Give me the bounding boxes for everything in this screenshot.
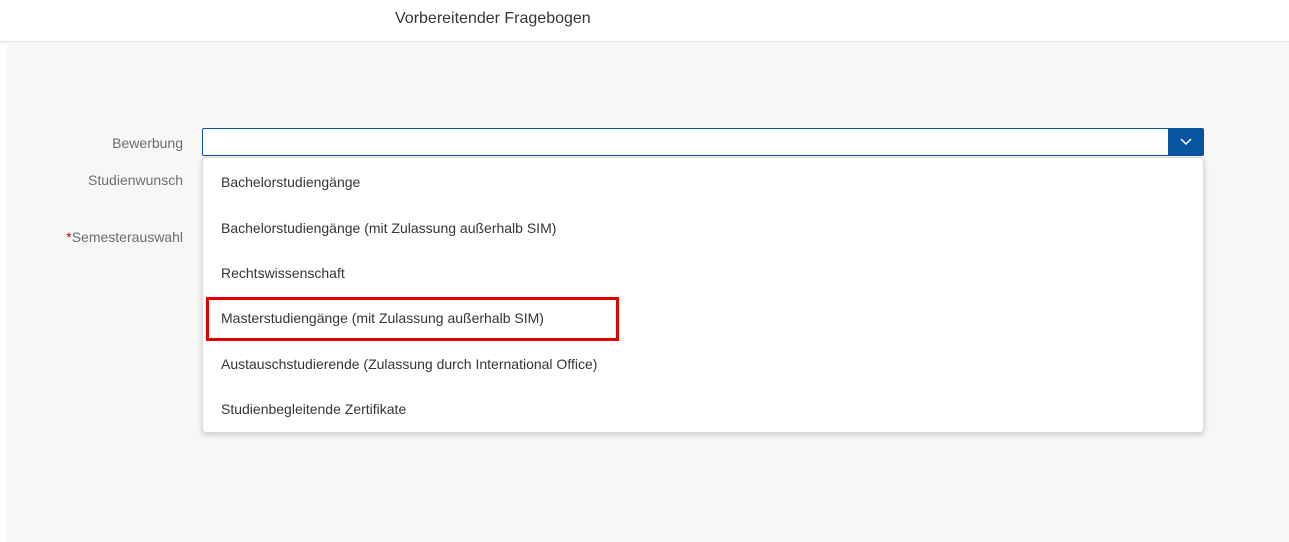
semesterauswahl-label-text: Semesterauswahl <box>71 229 183 245</box>
page-header: Vorbereitender Fragebogen <box>0 0 1289 42</box>
page-title: Vorbereitender Fragebogen <box>395 10 591 27</box>
chevron-down-icon[interactable] <box>1168 129 1203 155</box>
dropdown-option-austausch[interactable]: Austauschstudierende (Zulassung durch In… <box>203 341 1203 387</box>
dropdown-option-master-sim[interactable]: Masterstudiengänge (mit Zulassung außerh… <box>203 295 1203 341</box>
bewerbung-input[interactable] <box>203 129 1163 155</box>
dropdown-option-bachelor-sim[interactable]: Bachelorstudiengänge (mit Zulassung auße… <box>203 205 1203 251</box>
studienwunsch-label: Studienwunsch <box>88 172 183 188</box>
dropdown-option-rechtswissenschaft[interactable]: Rechtswissenschaft <box>203 250 1203 296</box>
bewerbung-label: Bewerbung <box>112 135 183 151</box>
semesterauswahl-label: *Semesterauswahl <box>66 229 183 245</box>
dropdown-option-zertifikate[interactable]: Studienbegleitende Zertifikate <box>203 386 1203 432</box>
dropdown-option-bachelor[interactable]: Bachelorstudiengänge <box>203 159 1203 205</box>
bewerbung-dropdown-list: Bachelorstudiengänge Bachelorstudiengäng… <box>202 157 1204 433</box>
bewerbung-combobox[interactable] <box>202 128 1204 156</box>
